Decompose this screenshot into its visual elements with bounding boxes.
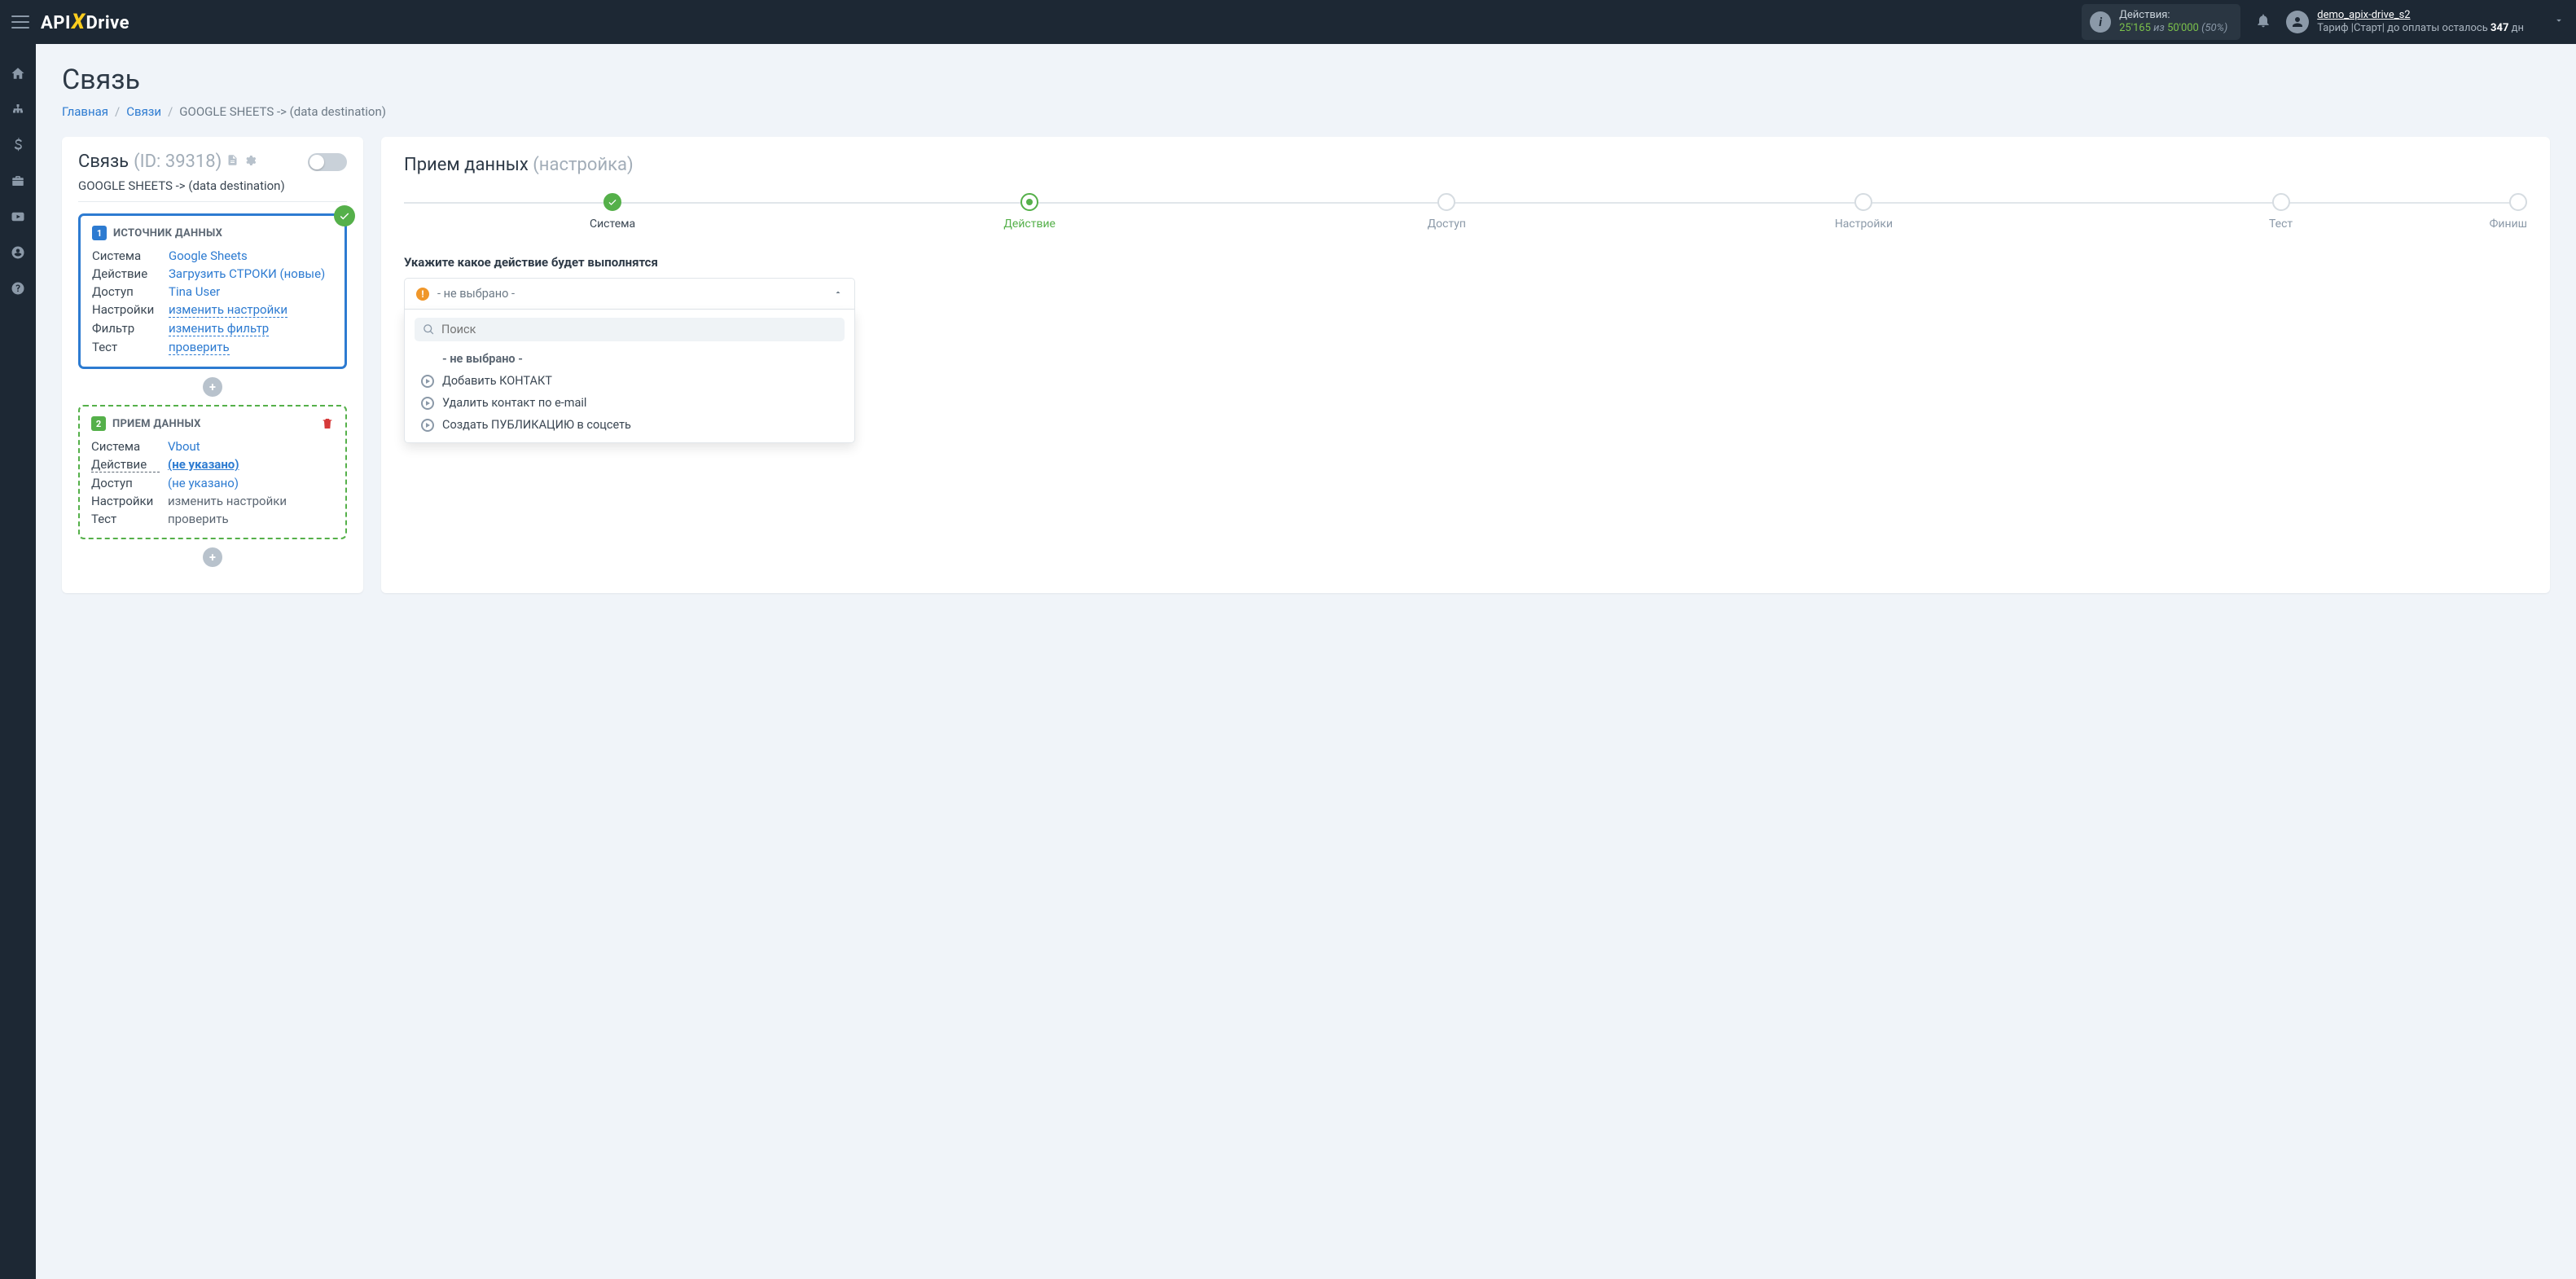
action-field-label: Укажите какое действие будет выполнятся — [404, 255, 2527, 270]
warning-icon: ! — [416, 288, 429, 301]
sidebar-video-icon[interactable] — [0, 199, 36, 235]
source-heading: ИСТОЧНИК ДАННЫХ — [113, 227, 222, 240]
config-card: Прием данных (настройка) Система Действи… — [381, 137, 2550, 593]
check-icon — [334, 205, 355, 226]
main-content: Связь Главная/ Связи/ GOOGLE SHEETS -> (… — [36, 44, 2576, 1279]
info-icon: i — [2090, 11, 2111, 33]
source-box: 1ИСТОЧНИК ДАННЫХ СистемаGoogle Sheets Де… — [78, 213, 347, 369]
dst-heading: ПРИЕМ ДАННЫХ — [112, 418, 201, 430]
chevron-up-icon — [833, 287, 843, 301]
add-step-button-2[interactable]: + — [203, 547, 222, 567]
sidebar-home-icon[interactable] — [0, 55, 36, 91]
crumb-home[interactable]: Главная — [62, 104, 108, 119]
chevron-down-icon[interactable] — [2553, 15, 2565, 29]
step-number-1: 1 — [92, 226, 107, 240]
dst-settings: изменить настройки — [168, 494, 287, 508]
actions-of: из — [2153, 22, 2165, 34]
add-step-button[interactable]: + — [203, 377, 222, 397]
sidebar-billing-icon[interactable] — [0, 127, 36, 163]
src-filter[interactable]: изменить фильтр — [169, 321, 269, 336]
src-access[interactable]: Tina User — [169, 284, 220, 299]
menu-toggle-icon[interactable] — [11, 15, 29, 29]
search-icon — [423, 323, 435, 336]
action-select: ! - не выбрано - - не выбрано - Добавить… — [404, 278, 855, 443]
action-dropdown: - не выбрано - Добавить КОНТАКТ Удалить … — [404, 310, 855, 443]
page-title: Связь — [62, 64, 2550, 96]
bell-icon[interactable] — [2255, 12, 2271, 32]
topbar: APIXDrive i Действия: 25'165 из 50'000 (… — [0, 0, 2576, 44]
logo[interactable]: APIXDrive — [41, 10, 129, 34]
option-create-post[interactable]: Создать ПУБЛИКАЦИЮ в соцсеть — [415, 414, 845, 436]
src-settings[interactable]: изменить настройки — [169, 302, 287, 318]
user-name: demo_apix-drive_s2 — [2317, 9, 2524, 22]
actions-quota[interactable]: i Действия: 25'165 из 50'000 (50%) — [2082, 4, 2240, 41]
connection-title: Связь — [78, 152, 129, 172]
sidebar-account-icon[interactable] — [0, 235, 36, 270]
step-number-2: 2 — [91, 416, 106, 431]
src-action[interactable]: Загрузить СТРОКИ (новые) — [169, 266, 325, 281]
breadcrumb: Главная/ Связи/ GOOGLE SHEETS -> (data d… — [62, 104, 2550, 119]
option-delete-contact[interactable]: Удалить контакт по e-mail — [415, 392, 845, 414]
step-dot-test[interactable] — [2272, 193, 2290, 211]
document-icon[interactable] — [226, 153, 239, 170]
action-select-head[interactable]: ! - не выбрано - — [404, 278, 855, 310]
src-system[interactable]: Google Sheets — [169, 248, 248, 263]
actions-label: Действия: — [2119, 9, 2227, 22]
select-placeholder: - не выбрано - — [437, 287, 515, 301]
sidebar-help-icon[interactable] — [0, 270, 36, 306]
play-icon — [421, 397, 434, 410]
sidebar — [0, 44, 36, 1279]
avatar-icon — [2286, 11, 2309, 33]
dst-system[interactable]: Vbout — [168, 439, 200, 454]
destination-box: 2ПРИЕМ ДАННЫХ СистемаVbout Действие(не у… — [78, 405, 347, 539]
actions-pct: (50%) — [2201, 22, 2227, 34]
gear-icon[interactable] — [244, 154, 257, 170]
sidebar-connections-icon[interactable] — [0, 91, 36, 127]
wizard-steps: Система Действие Доступ Настройки Тест Ф… — [404, 193, 2527, 231]
step-dot-access[interactable] — [1437, 193, 1455, 211]
user-menu[interactable]: demo_apix-drive_s2 Тариф |Старт| до опла… — [2286, 9, 2524, 36]
actions-total: 50'000 — [2167, 22, 2199, 34]
search-input[interactable] — [441, 323, 836, 336]
dst-access[interactable]: (не указано) — [168, 476, 239, 490]
tariff-info: Тариф |Старт| до оплаты осталось 347 дн — [2317, 22, 2524, 35]
connection-id: (ID: 39318) — [134, 152, 222, 172]
option-none[interactable]: - не выбрано - — [415, 348, 845, 370]
dst-action[interactable]: (не указано) — [168, 457, 239, 472]
step-dot-action[interactable] — [1020, 193, 1038, 211]
dst-test: проверить — [168, 512, 229, 526]
connection-card: Связь (ID: 39318) GOOGLE SHEETS -> (data… — [62, 137, 363, 593]
play-icon — [421, 419, 434, 432]
config-title: Прием данных (настройка) — [404, 155, 2527, 175]
connection-name: GOOGLE SHEETS -> (data destination) — [78, 178, 347, 202]
src-test[interactable]: проверить — [169, 340, 230, 355]
step-dot-finish[interactable] — [2509, 193, 2527, 211]
dropdown-search[interactable] — [415, 318, 845, 341]
step-dot-settings[interactable] — [1854, 193, 1872, 211]
play-icon — [421, 375, 434, 388]
actions-used: 25'165 — [2119, 22, 2151, 34]
delete-icon[interactable] — [321, 416, 334, 434]
option-add-contact[interactable]: Добавить КОНТАКТ — [415, 370, 845, 392]
crumb-links[interactable]: Связи — [126, 104, 161, 119]
enable-toggle[interactable] — [308, 153, 347, 171]
sidebar-briefcase-icon[interactable] — [0, 163, 36, 199]
step-dot-system[interactable] — [603, 193, 621, 211]
crumb-current: GOOGLE SHEETS -> (data destination) — [179, 104, 386, 119]
